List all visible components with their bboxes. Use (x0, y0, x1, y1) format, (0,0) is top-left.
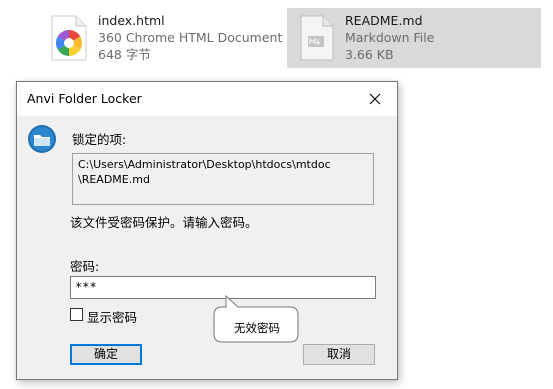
path-line: \README.md (78, 173, 150, 186)
password-label: 密码: (70, 259, 100, 274)
chrome-html-file-icon (48, 14, 90, 62)
lock-folder-app-icon (27, 124, 57, 154)
protection-message: 该文件受密码保护。请输入密码。 (70, 215, 258, 230)
locked-path-box: C:\Users\Administrator\Desktop\htdocs\mt… (72, 153, 374, 205)
file-tile-readme-md[interactable]: README.md Markdown File 3.66 KB (287, 8, 541, 68)
file-name: README.md (345, 13, 423, 28)
markdown-file-icon (295, 14, 337, 62)
file-size: 648 字节 (98, 47, 151, 62)
locked-item-label: 锁定的项: (72, 132, 127, 147)
cancel-button[interactable]: 取消 (303, 344, 375, 365)
file-name: index.html (98, 13, 165, 28)
invalid-password-tooltip: 无效密码 (212, 294, 300, 344)
ok-button[interactable]: 确定 (70, 344, 142, 365)
file-tile-index-html[interactable]: index.html 360 Chrome HTML Document 648 … (40, 8, 282, 68)
show-password-checkbox[interactable] (70, 308, 83, 321)
path-line: C:\Users\Administrator\Desktop\htdocs\mt… (78, 158, 331, 171)
dialog-title: Anvi Folder Locker (27, 91, 142, 106)
show-password-label[interactable]: 显示密码 (87, 307, 137, 326)
close-icon (369, 93, 381, 105)
folder-locker-dialog: Anvi Folder Locker 锁定的项: C:\Users\Admini… (16, 81, 398, 380)
dialog-titlebar[interactable]: Anvi Folder Locker (17, 82, 397, 116)
file-type: Markdown File (345, 30, 435, 45)
close-button[interactable] (353, 82, 397, 116)
file-size: 3.66 KB (345, 47, 394, 62)
file-type: 360 Chrome HTML Document (98, 30, 283, 45)
tooltip-text: 无效密码 (234, 321, 280, 335)
